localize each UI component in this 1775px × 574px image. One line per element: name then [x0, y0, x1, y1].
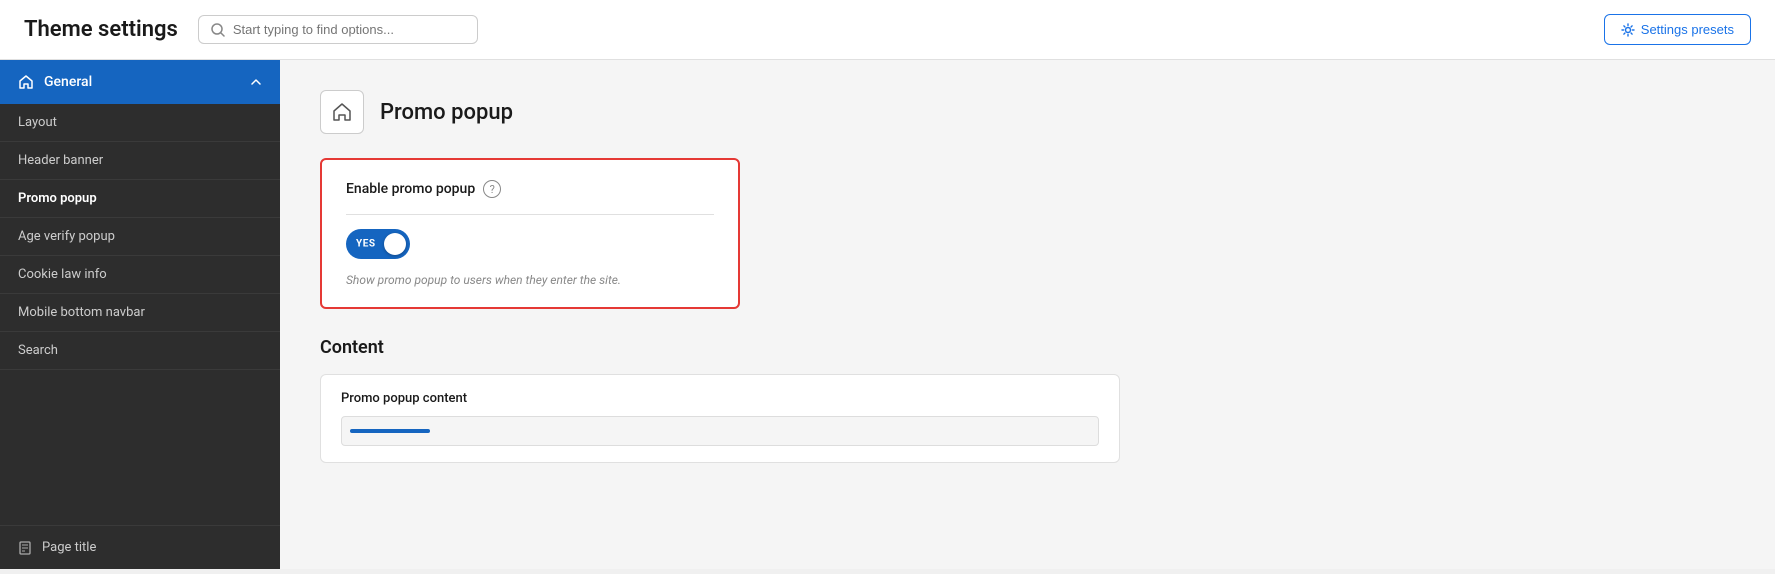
sidebar-general-left: General [18, 74, 92, 90]
content-area: Promo popup Enable promo popup ? YES Sho… [280, 60, 1775, 569]
promo-hint: Show promo popup to users when they ente… [346, 273, 714, 287]
house-icon [331, 101, 353, 123]
sidebar-page-title-section[interactable]: Page title [0, 525, 280, 569]
enable-popup-label: Enable promo popup [346, 181, 475, 197]
sidebar: General Layout Header banner Promo popup… [0, 60, 280, 569]
promo-popup-content-label: Promo popup content [341, 391, 1099, 406]
blue-bar-indicator [350, 429, 430, 433]
toggle-track: YES [346, 229, 410, 259]
search-input[interactable] [233, 22, 465, 37]
sidebar-item-promo-popup[interactable]: Promo popup [0, 180, 280, 218]
sidebar-general-label: General [44, 74, 92, 90]
page-title: Theme settings [24, 17, 178, 42]
sidebar-item-search[interactable]: Search [0, 332, 280, 370]
content-section-label: Content [320, 337, 1735, 358]
sidebar-item-cookie-law[interactable]: Cookie law info [0, 256, 280, 294]
house-icon-box [320, 90, 364, 134]
help-icon[interactable]: ? [483, 180, 501, 198]
settings-presets-label: Settings presets [1641, 22, 1734, 37]
content-input-placeholder[interactable] [341, 416, 1099, 446]
promo-popup-toggle[interactable]: YES [346, 229, 410, 259]
section-title-row: Promo popup [320, 90, 1735, 134]
toggle-thumb [384, 233, 406, 255]
card-divider [346, 214, 714, 215]
gear-icon [1621, 23, 1635, 37]
enable-promo-card: Enable promo popup ? YES Show promo popu… [320, 158, 740, 309]
sidebar-item-mobile-navbar[interactable]: Mobile bottom navbar [0, 294, 280, 332]
sidebar-item-age-verify[interactable]: Age verify popup [0, 218, 280, 256]
chevron-up-icon [250, 76, 262, 88]
promo-card-title-row: Enable promo popup ? [346, 180, 714, 198]
toggle-row: YES [346, 229, 714, 259]
sidebar-item-layout[interactable]: Layout [0, 104, 280, 142]
toggle-yes-label: YES [356, 239, 375, 250]
promo-popup-content-card: Promo popup content [320, 374, 1120, 463]
home-icon [18, 74, 34, 90]
top-header: Theme settings Settings presets [0, 0, 1775, 60]
settings-presets-button[interactable]: Settings presets [1604, 14, 1751, 45]
sidebar-page-title-label: Page title [42, 540, 96, 555]
sidebar-item-header-banner[interactable]: Header banner [0, 142, 280, 180]
search-icon [211, 23, 225, 37]
search-bar[interactable] [198, 15, 478, 44]
main-layout: General Layout Header banner Promo popup… [0, 60, 1775, 569]
sidebar-general-section[interactable]: General [0, 60, 280, 104]
page-icon [18, 541, 32, 555]
section-heading: Promo popup [380, 100, 513, 125]
